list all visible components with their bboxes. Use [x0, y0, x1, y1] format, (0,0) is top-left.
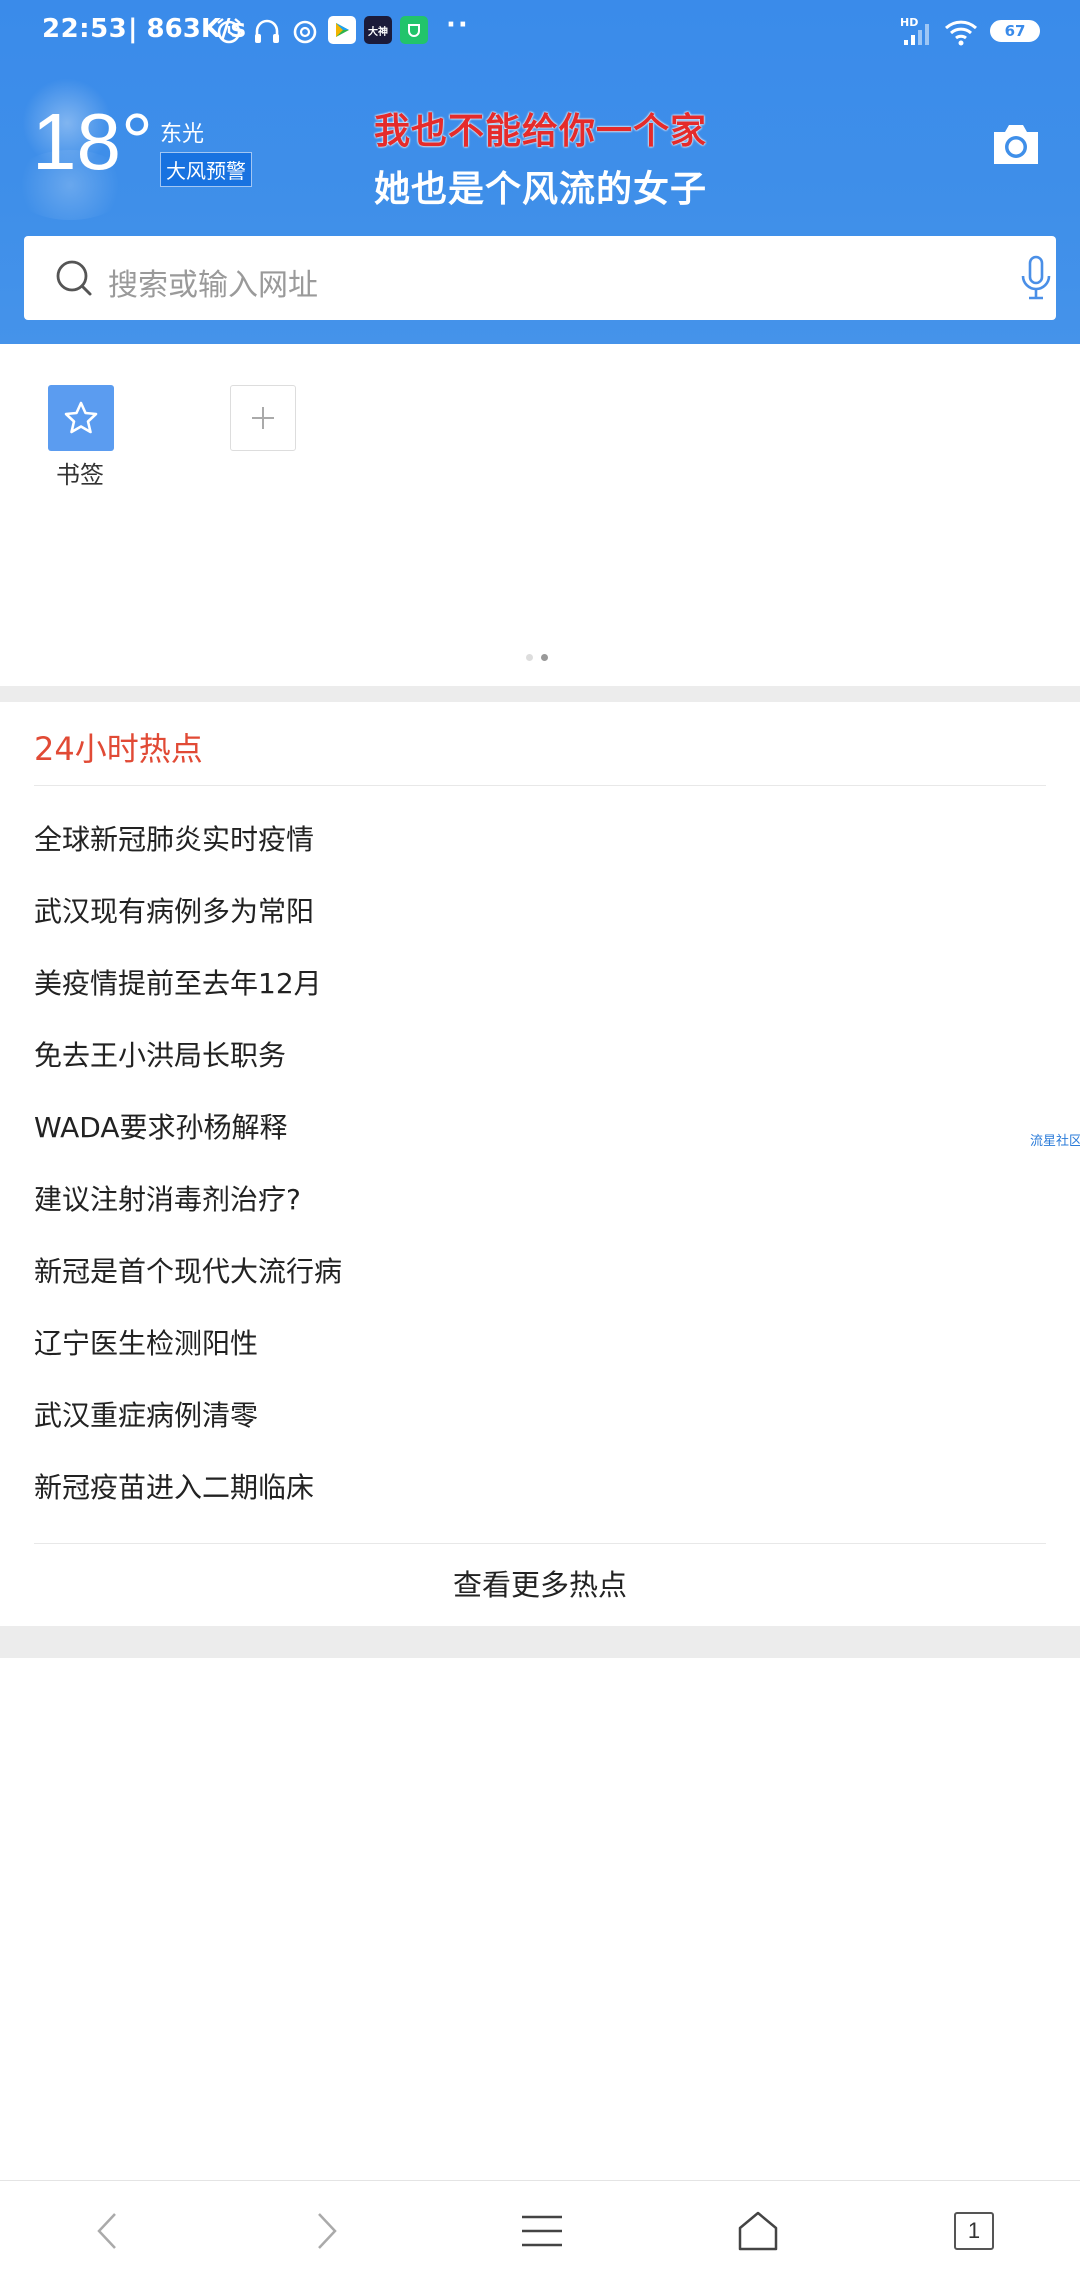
plus-icon [252, 407, 274, 429]
page-dot [526, 654, 533, 661]
menu-icon [522, 2215, 562, 2247]
dashen-app-icon: 大神 [364, 16, 392, 44]
camera-icon[interactable] [990, 120, 1042, 168]
section-divider [0, 1626, 1080, 1658]
back-arrow-icon [97, 2213, 116, 2249]
wifi-icon [944, 20, 978, 46]
weather-city[interactable]: 东光 [160, 116, 204, 148]
bottom-toolbar: 1 [0, 2180, 1080, 2280]
more-notifications-icon: ·· [446, 10, 470, 40]
bookmarks-label[interactable]: 书签 [56, 455, 104, 490]
hot-news-list: 全球新冠肺炎实时疫情 武汉现有病例多为常阳 美疫情提前至去年12月 免去王小洪局… [34, 820, 934, 1540]
page-dot-active [541, 654, 548, 661]
hot-news-item[interactable]: 全球新冠肺炎实时疫情 [34, 820, 934, 892]
weather-alert-badge[interactable]: 大风预警 [160, 152, 252, 187]
hot-news-item[interactable]: 免去王小洪局长职务 [34, 1036, 934, 1108]
headphones-icon [255, 19, 279, 43]
tab-count: 1 [954, 2212, 994, 2250]
home-button[interactable] [730, 2203, 786, 2259]
hot-news-item[interactable]: 新冠疫苗进入二期临床 [34, 1468, 934, 1540]
lyric-line-current: 我也不能给你一个家 [374, 111, 708, 152]
forward-button[interactable] [298, 2203, 354, 2259]
hot-news-item[interactable]: 武汉现有病例多为常阳 [34, 892, 934, 964]
status-bar: 22:53 | 863K/s 大神 ·· HD 67 [0, 0, 1080, 64]
menu-button[interactable] [514, 2203, 570, 2259]
header: 22:53 | 863K/s 大神 ·· HD 67 18° 东光 大风预警 我… [0, 0, 1080, 344]
search-icon [56, 260, 92, 296]
add-shortcut-button[interactable] [230, 385, 296, 451]
back-button[interactable] [80, 2203, 136, 2259]
hot-news-item[interactable]: 美疫情提前至去年12月 [34, 964, 934, 1036]
weather-temperature[interactable]: 18° [32, 102, 153, 182]
section-divider [0, 686, 1080, 702]
hot-news-item[interactable]: 辽宁医生检测阳性 [34, 1324, 934, 1396]
more-hot-news-link[interactable]: 查看更多热点 [0, 1562, 1080, 1604]
netease-music-icon [293, 20, 317, 44]
divider [34, 785, 1046, 786]
star-icon [64, 401, 98, 434]
home-icon [738, 2211, 778, 2251]
play-store-icon [328, 16, 356, 44]
battery-indicator: 67 [990, 20, 1040, 42]
signal-icon [904, 24, 929, 45]
microphone-icon[interactable] [1020, 254, 1052, 302]
floating-community-tag[interactable]: 流星社区 [1030, 1130, 1080, 1149]
hot-news-item[interactable]: 武汉重症病例清零 [34, 1396, 934, 1468]
bookmarks-button[interactable] [48, 385, 114, 451]
status-time: 22:53 [42, 14, 128, 44]
divider [34, 1543, 1046, 1544]
mi-app-icon [400, 16, 428, 44]
hot-news-item[interactable]: WADA要求孙杨解释 [34, 1108, 934, 1180]
hot-news-item[interactable]: 新冠是首个现代大流行病 [34, 1252, 934, 1324]
page-indicator [526, 654, 548, 661]
hot-news-title: 24小时热点 [34, 730, 203, 768]
hot-news-item[interactable]: 建议注射消毒剂治疗? [34, 1180, 934, 1252]
lyric-line-next: 她也是个风流的女子 [374, 169, 708, 210]
search-bar[interactable]: 搜索或输入网址 [24, 236, 1056, 320]
alarm-icon [217, 18, 241, 44]
forward-arrow-icon [318, 2213, 337, 2249]
tabs-button[interactable]: 1 [946, 2203, 1002, 2259]
search-input[interactable]: 搜索或输入网址 [108, 260, 318, 304]
